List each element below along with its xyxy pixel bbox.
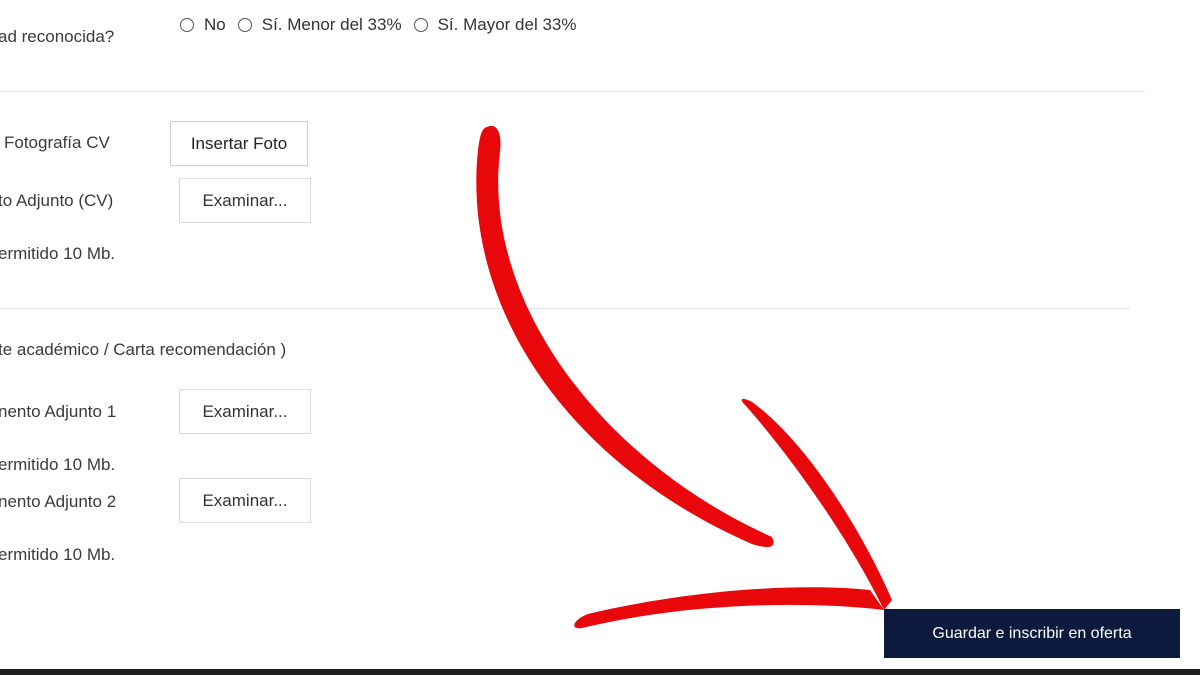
cv-browse-button[interactable]: Examinar... xyxy=(179,178,311,223)
arrow-head-upper xyxy=(741,398,892,610)
radio-option-menor-33[interactable]: Sí. Menor del 33% xyxy=(237,15,402,35)
arrow-head-lower xyxy=(574,587,884,629)
extra-docs-section-title: te académico / Carta recomendación ) xyxy=(0,340,287,359)
save-and-apply-button[interactable]: Guardar e inscribir en oferta xyxy=(884,609,1180,658)
photo-label: Fotografía CV xyxy=(4,133,110,152)
radio-button-mayor-33[interactable] xyxy=(413,18,428,32)
arrow-curve xyxy=(476,125,774,548)
radio-label-menor-33: Sí. Menor del 33% xyxy=(261,15,402,34)
section-divider xyxy=(0,308,1130,309)
document-2-label: nento Adjunto 2 xyxy=(0,492,117,511)
radio-option-mayor-33[interactable]: Sí. Mayor del 33% xyxy=(413,15,577,35)
radio-button-no[interactable] xyxy=(180,18,194,32)
radio-option-no[interactable]: No xyxy=(180,15,226,35)
document-1-label: nento Adjunto 1 xyxy=(0,402,117,421)
document-2-size-limit-text: ermitido 10 Mb. xyxy=(0,545,116,564)
cv-attachment-label: to Adjunto (CV) xyxy=(0,191,114,210)
radio-button-menor-33[interactable] xyxy=(237,18,252,32)
radio-label-no: No xyxy=(204,15,226,34)
cv-size-limit-text: ermitido 10 Mb. xyxy=(0,244,116,263)
section-divider xyxy=(0,91,1145,92)
disability-question-label: ad reconocida? xyxy=(0,27,115,46)
radio-label-mayor-33: Sí. Mayor del 33% xyxy=(437,15,577,34)
disability-radio-group: No Sí. Menor del 33% Sí. Mayor del 33% xyxy=(180,15,589,35)
document-2-browse-button[interactable]: Examinar... xyxy=(179,478,311,523)
document-1-size-limit-text: ermitido 10 Mb. xyxy=(0,455,116,474)
red-arrow-annotation xyxy=(476,125,892,629)
bottom-edge-bar xyxy=(0,669,1200,675)
document-1-browse-button[interactable]: Examinar... xyxy=(179,389,311,434)
insert-photo-button[interactable]: Insertar Foto xyxy=(170,121,308,166)
